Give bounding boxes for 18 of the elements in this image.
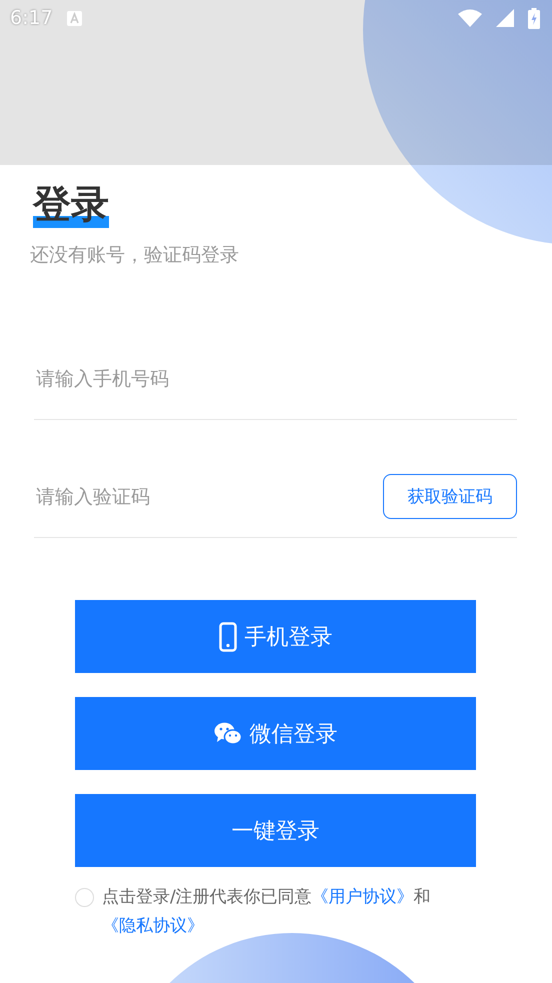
get-code-button[interactable]: 获取验证码 [383, 474, 517, 519]
phone-icon [218, 622, 236, 652]
wifi-icon [458, 9, 482, 27]
notification-icon [66, 10, 82, 26]
status-time: 6:17 [10, 7, 53, 29]
privacy-policy-link[interactable]: 《隐私协议》 [102, 916, 204, 936]
agree-checkbox[interactable] [75, 888, 94, 907]
input-field[interactable]: 请输入验证码 [34, 484, 383, 508]
login-button[interactable]: 微信登录 [75, 697, 476, 770]
agreement-text: 点击登录/注册代表你已同意《用户协议》和 《隐私协议》 [102, 886, 432, 938]
subtitle: 还没有账号，验证码登录 [30, 243, 240, 268]
battery-icon [528, 8, 540, 28]
login-button[interactable]: 一键登录 [75, 794, 476, 867]
signal-icon [496, 9, 514, 27]
user-agreement-link[interactable]: 《用户协议》 [312, 887, 414, 907]
chat-bubbles-icon [214, 722, 242, 746]
login-button[interactable]: 手机登录 [75, 600, 476, 673]
input-field[interactable]: 请输入手机号码 [34, 366, 517, 390]
